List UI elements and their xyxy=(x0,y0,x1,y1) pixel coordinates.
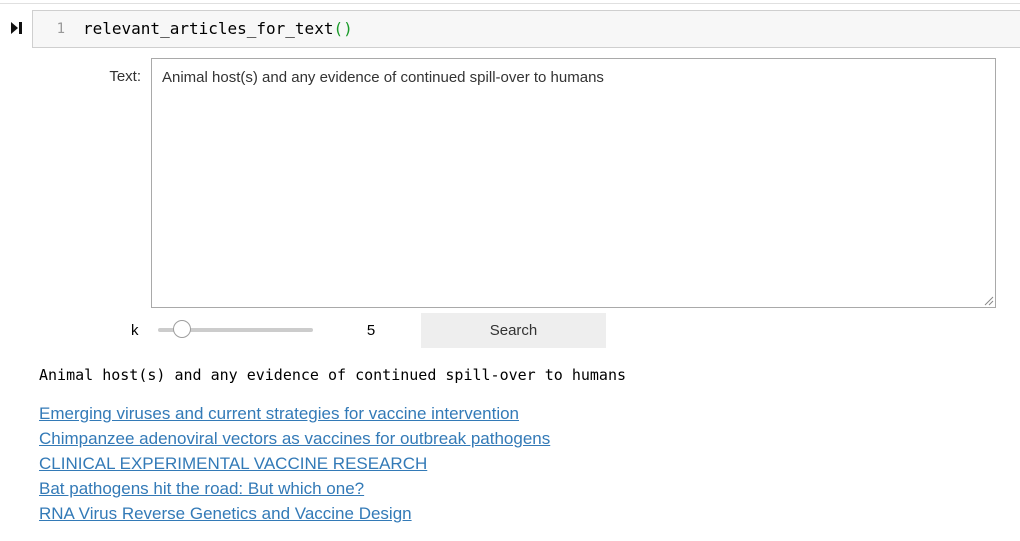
code-cell[interactable]: 1 relevant_articles_for_text() xyxy=(32,10,1020,48)
run-cell-icon[interactable] xyxy=(10,20,24,36)
result-link[interactable]: Emerging viruses and current strategies … xyxy=(39,404,519,423)
k-slider-handle[interactable] xyxy=(173,320,191,338)
k-slider-value: 5 xyxy=(366,322,376,339)
list-item: Bat pathogens hit the road: But which on… xyxy=(39,478,550,503)
text-input-value: Animal host(s) and any evidence of conti… xyxy=(162,69,604,86)
output-query-text: Animal host(s) and any evidence of conti… xyxy=(39,366,626,384)
list-item: RNA Virus Reverse Genetics and Vaccine D… xyxy=(39,503,550,528)
code-text[interactable]: relevant_articles_for_text() xyxy=(83,11,353,47)
list-item: Emerging viruses and current strategies … xyxy=(39,403,550,428)
result-link[interactable]: RNA Virus Reverse Genetics and Vaccine D… xyxy=(39,504,412,523)
code-parens: () xyxy=(333,19,353,38)
result-link[interactable]: Bat pathogens hit the road: But which on… xyxy=(39,479,364,498)
search-button[interactable]: Search xyxy=(421,313,606,348)
line-number: 1 xyxy=(56,21,65,37)
top-divider xyxy=(0,3,1020,4)
k-label: k xyxy=(131,322,139,339)
results-list: Emerging viruses and current strategies … xyxy=(39,403,550,528)
list-item: Chimpanzee adenoviral vectors as vaccine… xyxy=(39,428,550,453)
text-label: Text: xyxy=(109,68,141,85)
resize-grip-icon[interactable] xyxy=(983,295,994,306)
result-link[interactable]: CLINICAL EXPERIMENTAL VACCINE RESEARCH xyxy=(39,454,427,473)
text-input[interactable]: Animal host(s) and any evidence of conti… xyxy=(151,58,996,308)
list-item: CLINICAL EXPERIMENTAL VACCINE RESEARCH xyxy=(39,453,550,478)
result-link[interactable]: Chimpanzee adenoviral vectors as vaccine… xyxy=(39,429,550,448)
code-function-name: relevant_articles_for_text xyxy=(83,19,334,38)
